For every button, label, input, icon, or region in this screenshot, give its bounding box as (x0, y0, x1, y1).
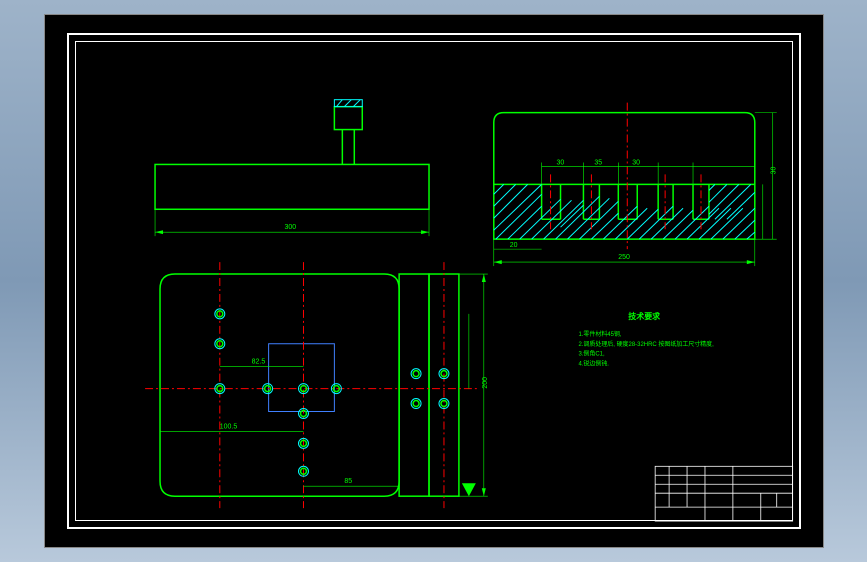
note-line-4: 4.锐边倒钝. (578, 360, 609, 368)
cad-drawing: 300 30 35 30 30 250 20 200 82.5 100.5 85… (45, 15, 823, 547)
note-line-2: 2.调质处理后, 硬度28-32HRC 按图纸加工尺寸精度, (578, 340, 714, 348)
hatch-pattern (494, 184, 755, 239)
svg-text:100.5: 100.5 (220, 423, 238, 430)
title-block (655, 466, 792, 521)
note-line-1: 1.零件材料45钢, (578, 330, 621, 338)
svg-text:200: 200 (482, 377, 489, 389)
technical-notes: 技术要求 1.零件材料45钢, 2.调质处理后, 硬度28-32HRC 按图纸加… (578, 311, 714, 368)
svg-text:30: 30 (771, 167, 778, 175)
svg-text:30: 30 (632, 159, 640, 166)
bottom-view: 200 82.5 100.5 85 (145, 262, 489, 508)
dim-text: 300 (285, 224, 297, 231)
note-line-3: 3.倒角C1, (578, 350, 605, 358)
svg-text:35: 35 (594, 159, 602, 166)
top-left-view: 300 (155, 100, 429, 236)
drawing-frame: 300 30 35 30 30 250 20 200 82.5 100.5 85… (44, 14, 824, 548)
notes-title: 技术要求 (628, 311, 660, 321)
top-right-view: 30 35 30 30 250 20 (494, 103, 778, 266)
svg-text:30: 30 (557, 159, 565, 166)
svg-text:85: 85 (344, 478, 352, 485)
svg-text:20: 20 (510, 242, 518, 249)
svg-text:82.5: 82.5 (252, 359, 266, 366)
svg-text:250: 250 (618, 254, 630, 261)
